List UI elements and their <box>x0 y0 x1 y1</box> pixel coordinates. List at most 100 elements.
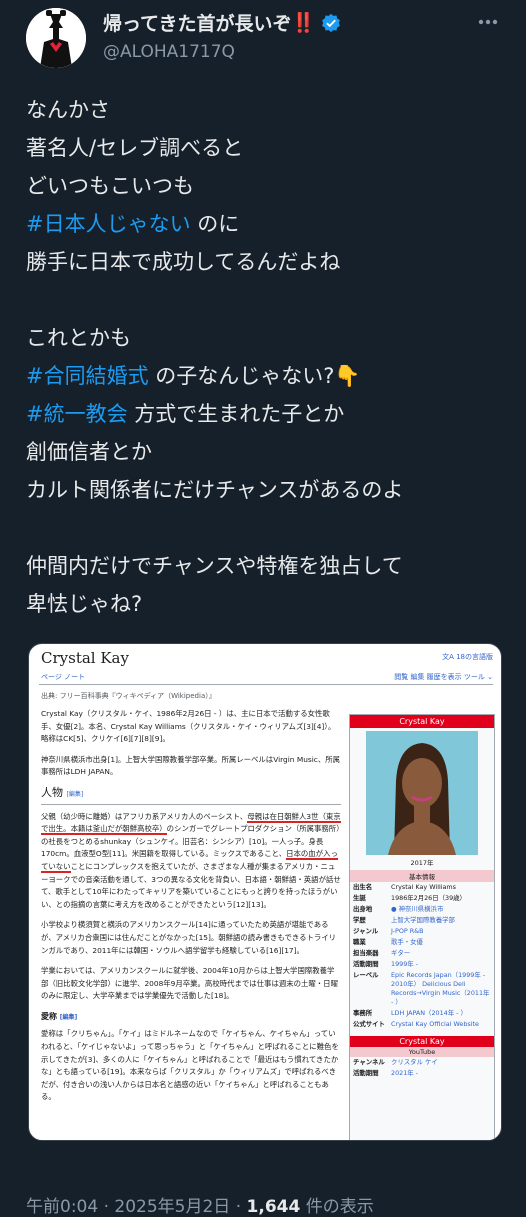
infobox-row: 活動期間 2021年 - <box>350 1068 494 1079</box>
attached-image[interactable]: Crystal Kay 文A 18の言語版 ページ ノート 閲覧 編集 履歴を表… <box>28 643 502 1141</box>
avatar[interactable] <box>26 8 86 68</box>
infobox-value: LDH JAPAN（2014年 - ） <box>391 1009 467 1017</box>
view-count-label: 件の表示 <box>300 1197 374 1217</box>
verified-badge-icon <box>322 13 341 32</box>
infobox-key: 出身地 <box>353 905 373 913</box>
wiki-intro-2: 神奈川県横浜市出身[1]。上智大学国際教養学部卒業。所属レーベルはVirgin … <box>41 754 341 777</box>
tweet-line: #日本人じゃない のに <box>26 205 506 243</box>
tweet-line: #合同結婚式 の子なんじゃない?👇 <box>26 357 506 395</box>
infobox-key: 生誕 <box>353 894 366 902</box>
tweet-line: なんかさ <box>26 91 506 129</box>
infobox-row: 出身地 ● 神奈川県横浜市 <box>350 904 494 915</box>
tweet-text-span: 創価信者とか <box>26 440 152 464</box>
infobox-row: 出生名 Crystal Kay Williams <box>350 882 494 893</box>
infobox-key: 職業 <box>353 938 366 946</box>
infobox-value: 2021年 - <box>391 1069 418 1077</box>
infobox-key: 担当楽器 <box>353 949 379 957</box>
tweet-text-span: 卑怯じゃね? <box>26 592 143 616</box>
wiki-edit-link: [編集] <box>59 1013 78 1021</box>
infobox-youtube-rows: チャンネル クリスタル ケイ 活動期間 2021年 - <box>350 1057 494 1079</box>
photo-caption: 2017年 <box>410 859 434 867</box>
infobox-row: 担当楽器 ギター <box>350 948 494 959</box>
wiki-tabs-left: ページ ノート <box>41 673 86 681</box>
infobox-value: Crystal Kay Williams <box>391 883 456 891</box>
avatar-illustration-icon <box>26 8 86 68</box>
hashtag-link[interactable]: #合同結婚式 <box>26 364 149 388</box>
tweet-text-span: カルト関係者にだけチャンスがあるのよ <box>26 478 404 502</box>
tweet-text-span: 仲間内だけでチャンスや特権を独占して <box>26 554 403 578</box>
wiki-article-body: Crystal Kay（クリスタル・ケイ、1986年2月26日 - ）は、主に日… <box>41 708 341 1112</box>
wiki-intro: Crystal Kay（クリスタル・ケイ、1986年2月26日 - ）は、主に日… <box>41 709 336 744</box>
wiki-text: ことにコンプレックスを抱えていたが、さまざまな人種が集まるアメリカ・ニューヨーク… <box>41 861 341 909</box>
tweet-line: これとかも <box>26 319 506 357</box>
display-name-text: 帰ってきた首が長いぞ <box>103 13 292 35</box>
infobox-youtube-heading: YouTube <box>350 1047 494 1057</box>
wiki-text: 父親（幼少時に離婚）はアフリカ系アメリカ人のベーシスト、 <box>41 811 248 821</box>
infobox-value: 1999年 - <box>391 960 418 968</box>
wiki-language-link: 文A 18の言語版 <box>442 653 493 661</box>
infobox-key: 公式サイト <box>353 1020 385 1028</box>
tweet-text-span: どいつもこいつも <box>26 174 194 198</box>
infobox-value: Epic Records Japan（1999年 - 2010年） Delici… <box>391 971 490 1006</box>
infobox-row: 学歴 上智大学国際教養学部 <box>350 915 494 926</box>
infobox-row: 公式サイト Crystal Kay Official Website <box>350 1019 494 1030</box>
tweet-time[interactable]: 午前0:04 <box>26 1197 98 1217</box>
user-handle[interactable]: @ALOHA1717Q <box>103 42 235 62</box>
infobox-key: 事務所 <box>353 1009 373 1017</box>
tweet-text-span: の子なんじゃない?👇 <box>148 364 361 388</box>
wiki-source-line: 出典: フリー百科事典『ウィキペディア（Wikipedia）』 <box>41 692 216 700</box>
hashtag-link[interactable]: #統一教会 <box>26 402 128 426</box>
tweet-line: どいつもこいつも <box>26 167 506 205</box>
infobox-value: 歌手・女優 <box>391 938 423 946</box>
infobox-title: Crystal Kay <box>350 715 494 728</box>
more-options-icon[interactable] <box>470 4 506 40</box>
infobox-row: 職業 歌手・女優 <box>350 937 494 948</box>
separator-dot: · <box>230 1197 247 1217</box>
wiki-paragraph: 愛称は「クリちゃん」。「ケイ」はミドルネームなので「ケイちゃん、ケイちゃん」って… <box>41 1029 339 1102</box>
infobox-key: 活動期間 <box>353 960 379 968</box>
red-underlined-text: 母親は在日朝鮮人3世 <box>247 811 319 823</box>
infobox-row: 活動期間 1999年 - <box>350 959 494 970</box>
tweet-date[interactable]: 2025年5月2日 <box>114 1197 230 1217</box>
infobox-title-2: Crystal Kay <box>350 1036 494 1047</box>
display-name[interactable]: 帰ってきた首が長いぞ ‼️ <box>103 9 341 36</box>
separator-dot: · <box>98 1197 115 1217</box>
wiki-page-title: Crystal Kay <box>41 649 129 667</box>
infobox-key: 学歴 <box>353 916 366 924</box>
tweet-line: 卑怯じゃね? <box>26 585 506 623</box>
wiki-tabs-right: 閲覧 編集 履歴を表示 ツール ⌄ <box>394 673 493 681</box>
tweet-line: 仲間内だけでチャンスや特権を独占して <box>26 547 506 585</box>
infobox-key: 活動期間 <box>353 1069 379 1077</box>
infobox-key: ジャンル <box>353 927 379 935</box>
infobox-row: ジャンル J-POP R&B <box>350 926 494 937</box>
infobox-row: 事務所 LDH JAPAN（2014年 - ） <box>350 1008 494 1019</box>
tweet-text-span: 勝手に日本で成功してるんだよね <box>26 250 341 274</box>
tweet-text-span: 著名人/セレブ調べると <box>26 136 244 160</box>
hashtag-link[interactable]: #日本人じゃない <box>26 212 191 236</box>
infobox-value: Crystal Kay Official Website <box>391 1020 479 1028</box>
infobox-value: 上智大学国際教養学部 <box>391 916 455 924</box>
tweet-text-span: なんかさ <box>26 98 110 122</box>
wiki-infobox: Crystal Kay 2017年 基本情報 出生名 Crystal Kay Wi… <box>349 714 495 1140</box>
wiki-divider <box>39 684 493 685</box>
tweet-header: 帰ってきた首が長いぞ ‼️ @ALOHA1717Q <box>26 0 506 80</box>
infobox-key: チャンネル <box>353 1058 385 1066</box>
infobox-row: 生誕 1986年2月26日（39歳） <box>350 893 494 904</box>
portrait-image-icon <box>366 731 478 855</box>
tweet-meta: 午前0:04 · 2025年5月2日 · 1,644 件の表示 <box>26 1192 374 1217</box>
infobox-subheading: 基本情報 <box>350 870 494 882</box>
wiki-paragraph: 父親（幼少時に離婚）はアフリカ系アメリカ人のベーシスト、母親は在日朝鮮人3世（東… <box>41 811 341 912</box>
tweet-line: 勝手に日本で成功してるんだよね <box>26 243 506 281</box>
infobox-value: ● 神奈川県横浜市 <box>391 905 444 913</box>
tweet-line: 著名人/セレブ調べると <box>26 129 506 167</box>
tweet-line: #統一教会 方式で生まれた子とか <box>26 395 506 433</box>
tweet-text-span: これとかも <box>26 326 131 350</box>
infobox-value: 1986年2月26日（39歳） <box>391 894 466 902</box>
infobox-key: 出生名 <box>353 883 373 891</box>
infobox-row: レーベル Epic Records Japan（1999年 - 2010年） De… <box>350 970 494 1008</box>
infobox-rows: 出生名 Crystal Kay Williams 生誕 1986年2月26日（39歳）… <box>350 882 494 1030</box>
wiki-section-heading: 人物 [編集] <box>41 785 341 805</box>
wiki-section-title: 人物 <box>41 785 63 799</box>
